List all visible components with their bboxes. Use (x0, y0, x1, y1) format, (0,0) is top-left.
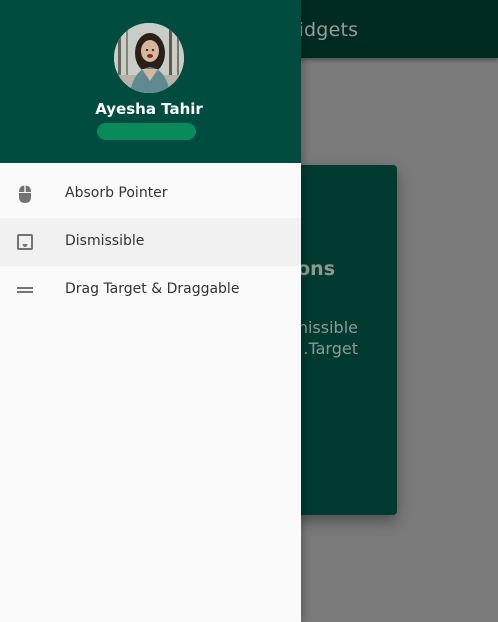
mouse-icon (19, 185, 31, 203)
inbox-icon (17, 234, 33, 250)
drag-handle-icon (17, 287, 33, 293)
drawer-item-absorb-pointer[interactable]: Absorb Pointer (0, 170, 301, 218)
navigation-drawer: Ayesha Tahir Absorb Pointer Dismissible (0, 0, 301, 622)
app-screen: Widgets ons nissible, Target. (0, 0, 498, 622)
drawer-item-label: Drag Target & Draggable (65, 281, 240, 297)
drawer-header: Ayesha Tahir (0, 0, 301, 163)
avatar-photo (114, 23, 184, 93)
drawer-item-label: Dismissible (65, 233, 145, 249)
user-name: Ayesha Tahir (95, 100, 203, 118)
user-email-pill (97, 123, 196, 140)
drawer-item-label: Absorb Pointer (65, 185, 168, 201)
drawer-item-dismissible[interactable]: Dismissible (0, 218, 301, 266)
drawer-item-drag-target[interactable]: Drag Target & Draggable (0, 266, 301, 314)
drawer-menu: Absorb Pointer Dismissible Drag Target &… (0, 170, 301, 314)
avatar[interactable] (114, 23, 184, 93)
